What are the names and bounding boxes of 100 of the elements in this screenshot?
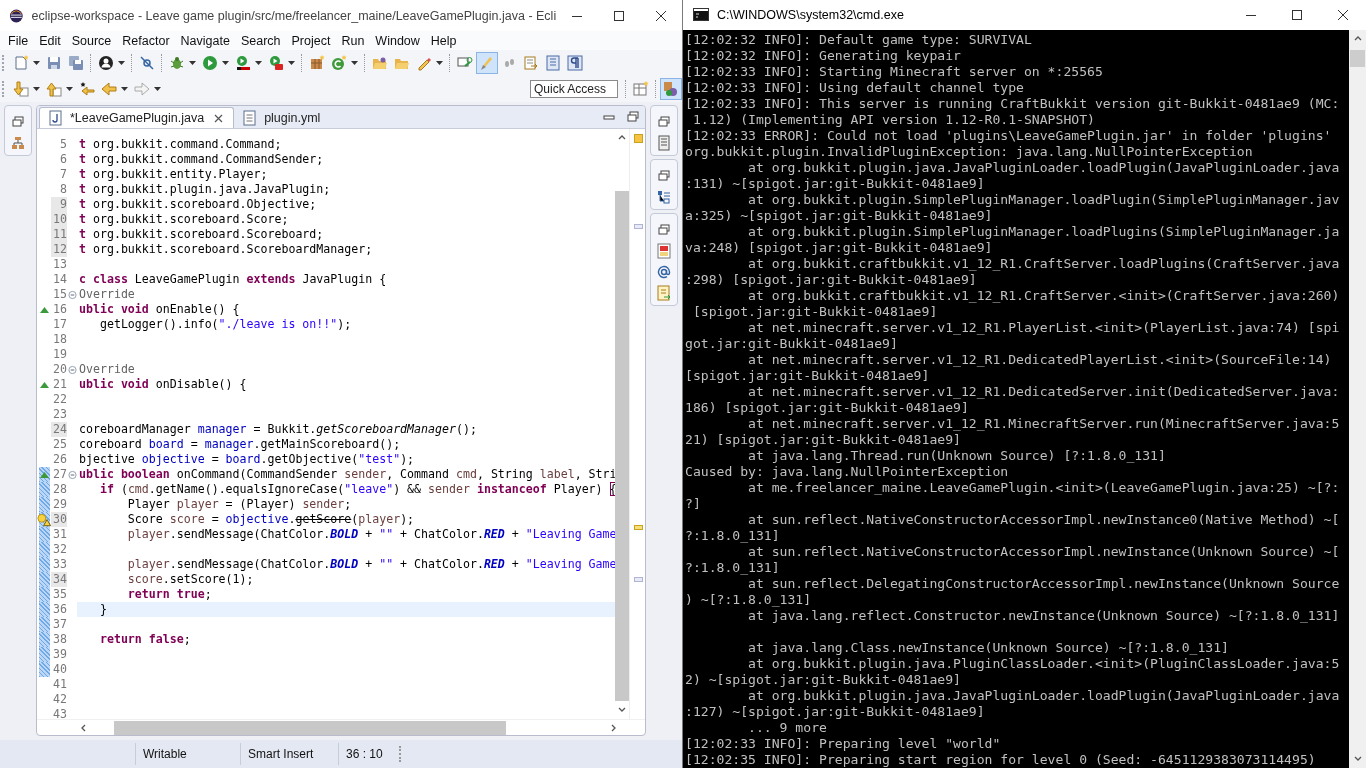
folder-icon[interactable] [372,55,388,71]
code-line: bjective objective = board.getObjective("test"); [78,452,416,467]
caret-icon[interactable] [33,61,40,65]
save-icon[interactable] [46,55,62,71]
console-line: at net.minecraft.server.v1_12_R1.MinecraftServer.run(MinecraftServer.java:5 [747,416,1341,432]
status-field: Writable [135,743,240,765]
line-number: 21 [52,377,67,392]
declaration-icon[interactable] [656,285,672,301]
override-icon[interactable] [39,379,49,390]
console-line: at java.lang.Class.newInstance(Unknown Source) ~[?:1.8.0_131] [747,640,1230,656]
caret-icon[interactable] [66,87,73,91]
run-icon[interactable] [202,55,218,71]
menu-item[interactable]: File [2,33,34,48]
console-line: at java.lang.Thread.run(Unknown Source) [?:1.8.0_131] [747,448,1167,464]
caret-icon[interactable] [351,61,358,65]
menu-item[interactable]: Source [65,33,117,48]
external-tools-icon[interactable] [268,55,284,71]
horizontal-scrollbar[interactable] [37,719,645,735]
restore-icon[interactable] [656,222,672,238]
editor-tab[interactable]: *LeaveGamePlugin.java [39,107,235,128]
menu-item[interactable]: Edit [33,33,66,48]
code-line: t org.bukkit.scoreboard.Scoreboard; [78,227,325,242]
code-line: Player player = (Player) sender; [126,497,353,512]
pilcrow-icon[interactable] [567,55,583,71]
caret-icon[interactable] [436,61,443,65]
console-line: got.jar:git-Bukkit-0481ae9] [685,336,899,352]
caret-icon[interactable] [33,87,40,91]
menu-item[interactable]: Project [285,33,336,48]
new-package-icon[interactable] [309,55,325,71]
menu-item[interactable]: Navigate [174,33,235,48]
console-line: 21) [spigot.jar:git-Bukkit-0481ae9] [685,432,962,448]
person-icon[interactable] [98,55,114,71]
console-line: ?:1.8.0_131] [685,528,781,544]
crossed-circle-icon[interactable] [139,55,155,71]
console-line: Caused by: java.lang.NullPointerException [685,464,1010,480]
menu-item[interactable]: Help [424,33,462,48]
line-number: 6 [59,152,67,167]
console-line: [12:02:33 INFO]: Starting Minecraft server on *:25565 [685,64,1104,80]
status-field: 36 : 10 [338,743,391,765]
code-line: coreboard board = manager.getMainScoreboard(); [78,437,402,452]
line-number: 17 [52,317,67,332]
scroll-thumb[interactable] [114,720,506,735]
caret-icon[interactable] [288,61,295,65]
line-number: 30 [51,512,67,527]
close-icon[interactable] [656,10,667,21]
caret-icon[interactable] [154,87,161,91]
line-number: 37 [52,617,67,632]
hierarchy-icon[interactable] [10,135,26,151]
code-line: player.sendMessage(ChatColor.BOLD + "" + ChatColor.RED + "Leaving Game [126,557,615,572]
notepad-icon[interactable] [656,135,672,151]
code-line: coreboardManager manager = Bukkit.getScoreboardManager(); [78,422,478,437]
line-number: 25 [52,437,67,452]
caret-icon[interactable] [118,61,125,65]
console-line: ) ~[?:1.8.0_131] [685,592,813,608]
line-number: 16 [52,302,67,317]
new-class-icon[interactable] [331,55,347,71]
save-all-icon[interactable] [68,55,84,71]
code-line: t org.bukkit.plugin.java.JavaPlugin; [78,182,332,197]
document-icon[interactable] [523,55,539,71]
close-icon[interactable] [1338,10,1348,20]
console-line: [12:02:32 INFO]: Generating keypair [685,48,962,64]
pen-icon[interactable] [416,55,432,71]
console-line: at org.bukkit.plugin.java.PluginClassLoader.<init>(PluginClassLoader.java:5 [747,656,1341,672]
line-number: 35 [52,587,67,602]
console-line: [12:02:32 INFO]: Default game type: SURVIVAL [685,32,1033,48]
caret-icon[interactable] [222,61,229,65]
quick-access-field[interactable]: Quick Access [530,80,618,98]
override-icon[interactable] [39,304,49,315]
restore-icon[interactable] [656,168,672,184]
restore-icon[interactable] [656,114,672,130]
open-perspective-icon[interactable] [633,81,649,97]
menu-item[interactable]: Search [234,33,286,48]
line-number: 24 [51,422,67,437]
caret-icon[interactable] [255,61,262,65]
perspective-icon[interactable] [663,81,679,97]
menu-item[interactable]: Refactor [116,33,175,48]
line-number: 20 [52,362,67,377]
at-sign-icon[interactable] [656,264,672,280]
problems-icon[interactable] [656,243,672,259]
restore-icon[interactable] [10,114,26,130]
outline-icon[interactable] [656,189,672,205]
console-line: at org.bukkit.plugin.SimplePluginManager.loadPlugin(SimplePluginManager.jav [747,192,1341,208]
line-number: 33 [52,557,67,572]
left-arrow-icon[interactable] [79,81,95,97]
window-title: eclipse-workspace - Leave game plugin/src/me/freelancer_maine/LeaveGamePlugin.java - Ecli [31,8,557,23]
menu-item[interactable]: Window [369,33,425,48]
menu-item[interactable]: Run [335,33,370,48]
run-coverage-icon[interactable] [235,55,251,71]
vertical-scrollbar[interactable] [1349,30,1366,768]
scroll-thumb[interactable] [1350,50,1365,67]
caret-icon[interactable] [121,87,128,91]
code-line: getLogger().info("./leave is on!!"); [98,317,353,332]
bug-icon[interactable] [169,55,185,71]
console-line: at org.bukkit.craftbukkit.v1_12_R1.CraftServer.loadPlugins(CraftServer.java [747,256,1341,272]
code-line: player.sendMessage(ChatColor.BOLD + "" + ChatColor.RED + "Leaving Game [126,527,615,542]
caret-icon[interactable] [189,61,196,65]
code-line: t org.bukkit.scoreboard.Score; [78,212,290,227]
editor-tab[interactable]: plugin.yml [234,107,329,128]
maximize-icon[interactable] [1292,10,1302,20]
maximize-icon[interactable] [614,10,625,21]
